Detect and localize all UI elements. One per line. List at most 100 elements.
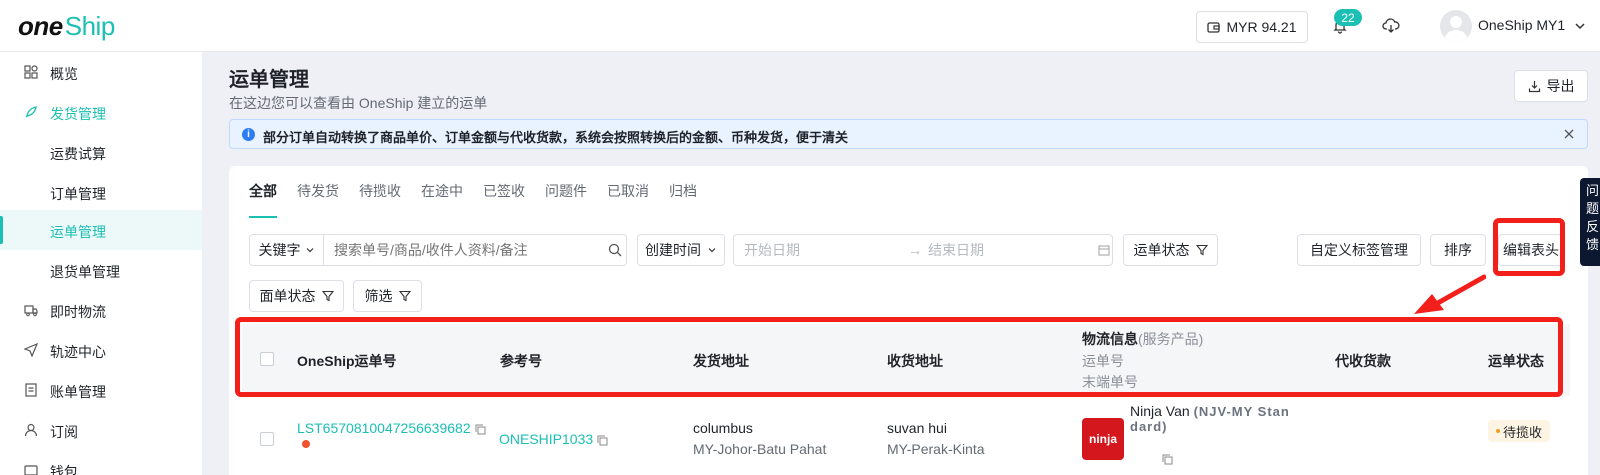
- sidebar-item-label: 运费试算: [50, 146, 106, 162]
- tab-problem[interactable]: 问题件: [545, 180, 587, 218]
- tab-archived[interactable]: 归档: [669, 180, 697, 218]
- sidebar-item-tracking[interactable]: 轨迹中心: [0, 330, 202, 370]
- user-icon: [24, 423, 38, 437]
- wallet-icon: [1207, 22, 1221, 33]
- status-tabs: 全部 待发货 待揽收 在途中 已签收 问题件 已取消 归档: [249, 180, 697, 218]
- sidebar-item-overview[interactable]: 概览: [0, 52, 202, 92]
- keyword-label: 关键字: [258, 242, 301, 258]
- receiver-name: suvan hui: [887, 420, 947, 436]
- tab-all[interactable]: 全部: [249, 180, 277, 218]
- sidebar-item-orders[interactable]: 订单管理: [0, 172, 202, 212]
- balance-amount: MYR 94.21: [1226, 19, 1297, 35]
- export-button[interactable]: 导出: [1514, 70, 1588, 102]
- cloud-download-icon[interactable]: [1381, 16, 1401, 36]
- date-range-picker[interactable]: 开始日期 → 结束日期: [733, 234, 1113, 266]
- time-type-select[interactable]: 创建时间: [637, 234, 725, 266]
- sidebar-item-label: 即时物流: [50, 304, 106, 320]
- sender-region: MY-Johor-Batu Pahat: [693, 441, 827, 457]
- filter-icon: [321, 290, 334, 302]
- dashboard-icon: [24, 65, 38, 79]
- start-date[interactable]: 开始日期: [744, 240, 904, 260]
- side-tab-char: 馈: [1586, 237, 1600, 252]
- sidebar-item-label: 订单管理: [50, 186, 106, 202]
- waybill-status-label: 运单状态: [1133, 242, 1190, 258]
- chevron-down-icon: [306, 248, 313, 253]
- page-description: 在这边您可以查看由 OneShip 建立的运单: [229, 95, 488, 111]
- export-icon: [1528, 80, 1540, 92]
- notification-badge: 22: [1334, 9, 1362, 26]
- logo-one: one: [18, 10, 63, 41]
- search-input[interactable]: [334, 236, 604, 264]
- tab-in-transit[interactable]: 在途中: [421, 180, 463, 218]
- filter-label: 筛选: [364, 288, 393, 304]
- filter-icon: [1195, 244, 1208, 256]
- copy-icon[interactable]: [475, 424, 486, 435]
- info-icon: i: [242, 128, 255, 141]
- reference-number-text: ONESHIP1033: [499, 431, 594, 447]
- sidebar-item-label: 轨迹中心: [50, 344, 106, 360]
- close-icon[interactable]: [1563, 128, 1575, 140]
- annotation-box-table-header: [235, 317, 1563, 397]
- ninja-van-logo: ninja: [1082, 418, 1124, 460]
- receiver-region: MY-Perak-Kinta: [887, 441, 985, 457]
- bill-icon: [25, 383, 37, 397]
- label-status-filter[interactable]: 面单状态: [249, 280, 344, 312]
- tab-pending-pickup[interactable]: 待揽收: [359, 180, 401, 218]
- sidebar-item-label: 退货单管理: [50, 264, 120, 280]
- chevron-down-icon[interactable]: [1573, 19, 1587, 33]
- oneship-logo[interactable]: one Ship: [18, 10, 115, 42]
- user-name[interactable]: OneShip MY1: [1478, 17, 1565, 33]
- notice-text: 部分订单自动转换了商品单价、订单金额与代收货款，系统会按照转换后的金额、币种发货…: [263, 130, 849, 145]
- tab-delivered[interactable]: 已签收: [483, 180, 525, 218]
- carrier-name: Ninja Van: [1130, 403, 1190, 419]
- side-tab-char: 反: [1586, 219, 1600, 234]
- annotation-arrow: [1414, 274, 1486, 314]
- sidebar-item-returns[interactable]: 退货单管理: [0, 250, 202, 290]
- status-text: 待揽收: [1503, 424, 1543, 440]
- copy-icon[interactable]: [1162, 454, 1173, 465]
- filter-icon: [398, 290, 411, 302]
- chevron-down-icon: [708, 248, 716, 253]
- annotation-box-edit-columns: [1493, 218, 1565, 276]
- copy-icon[interactable]: [597, 435, 608, 446]
- sort-button[interactable]: 排序: [1430, 234, 1486, 266]
- side-tab-char: 问: [1586, 183, 1600, 198]
- tab-pending-ship[interactable]: 待发货: [297, 180, 339, 218]
- search-icon[interactable]: [608, 243, 622, 257]
- sidebar-item-billing[interactable]: 账单管理: [0, 370, 202, 410]
- sidebar-item-label: 钱包: [50, 464, 78, 475]
- truck-icon: [24, 305, 38, 317]
- status-badge: 待揽收: [1488, 420, 1551, 442]
- keyword-select[interactable]: 关键字: [250, 235, 324, 265]
- reference-number[interactable]: ONESHIP1033: [499, 431, 608, 447]
- waybill-number[interactable]: LST6570810047256639682: [297, 420, 486, 436]
- tab-cancelled[interactable]: 已取消: [607, 180, 649, 218]
- export-label: 导出: [1546, 78, 1575, 94]
- sidebar-item-subscription[interactable]: 订阅: [0, 410, 202, 450]
- wallet-balance[interactable]: MYR 94.21: [1196, 11, 1308, 43]
- sidebar-item-wallet[interactable]: 钱包: [0, 450, 202, 475]
- sidebar-item-rate-calc[interactable]: 运费试算: [0, 132, 202, 172]
- waybill-number-text: LST6570810047256639682: [297, 420, 471, 436]
- sidebar-item-instant-logistics[interactable]: 即时物流: [0, 290, 202, 330]
- carrier-info: Ninja Van (NJV-MY Stan dard): [1130, 404, 1290, 434]
- sidebar-item-label: 账单管理: [50, 384, 106, 400]
- send-icon: [24, 343, 38, 357]
- more-filter-button[interactable]: 筛选: [353, 280, 422, 312]
- sidebar-item-waybills[interactable]: 运单管理: [0, 210, 202, 250]
- page-title: 运单管理: [229, 69, 309, 91]
- sender-name: columbus: [693, 420, 753, 436]
- sidebar-item-label: 概览: [50, 66, 78, 82]
- end-date[interactable]: 结束日期: [928, 240, 1088, 260]
- sidebar-item-label: 发货管理: [50, 106, 106, 122]
- notice-banner: i 部分订单自动转换了商品单价、订单金额与代收货款，系统会按照转换后的金额、币种…: [229, 119, 1588, 149]
- custom-tags-button[interactable]: 自定义标签管理: [1297, 234, 1421, 266]
- feedback-side-tab[interactable]: 问 题 反 馈: [1580, 178, 1600, 266]
- logo-ship: Ship: [64, 10, 116, 41]
- side-tab-char: 题: [1586, 201, 1600, 216]
- sidebar-item-shipping[interactable]: 发货管理: [0, 92, 202, 132]
- row-checkbox[interactable]: [260, 432, 274, 446]
- waybill-status-filter[interactable]: 运单状态: [1123, 234, 1218, 266]
- service-product-cont: dard): [1130, 419, 1168, 434]
- avatar[interactable]: [1440, 10, 1472, 42]
